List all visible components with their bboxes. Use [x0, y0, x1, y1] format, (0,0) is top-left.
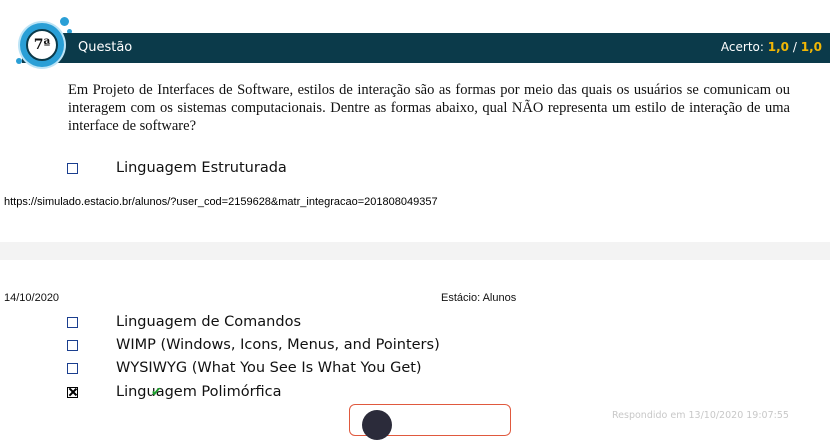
option-checkbox[interactable]: [67, 339, 78, 351]
option-label: Linguagem Polimórfica: [116, 384, 282, 400]
print-site-title: Estácio: Alunos: [441, 292, 517, 304]
option-label: WYSIWYG (What You See Is What You Get): [116, 360, 422, 376]
option-checkbox[interactable]: [67, 162, 78, 174]
score: Acerto: 1,0 / 1,0: [721, 40, 822, 54]
print-url: https://simulado.estacio.br/alunos/?user…: [4, 196, 438, 208]
avatar: [362, 410, 392, 440]
option-item[interactable]: WYSIWYG (What You See Is What You Get): [67, 358, 422, 378]
option-label: Linguagem de Comandos: [116, 314, 301, 330]
option-item-selected[interactable]: Linguagem Polimórfica ✔: [67, 382, 282, 402]
question-number: 7ª: [26, 29, 58, 61]
answered-timestamp: Respondido em 13/10/2020 19:07:55: [612, 410, 789, 421]
option-item[interactable]: Linguagem de Comandos: [67, 312, 301, 332]
option-item[interactable]: WIMP (Windows, Icons, Menus, and Pointer…: [67, 335, 440, 355]
option-label: WIMP (Windows, Icons, Menus, and Pointer…: [116, 337, 440, 353]
option-checkbox[interactable]: [67, 316, 78, 328]
option-checkbox[interactable]: [67, 362, 78, 374]
question-header-label: Questão: [78, 40, 133, 55]
score-label: Acerto:: [720, 40, 764, 54]
question-number-badge: 7ª: [20, 23, 64, 67]
score-separator: /: [792, 40, 797, 54]
print-date: 14/10/2020: [4, 292, 60, 304]
score-value: 1,0: [767, 40, 790, 54]
option-checkbox-checked[interactable]: [67, 386, 78, 398]
question-text: Em Projeto de Interfaces de Software, es…: [68, 82, 790, 134]
page-break-divider: [0, 242, 830, 260]
option-label: Linguagem Estruturada: [116, 160, 287, 176]
score-total: 1,0: [800, 40, 822, 54]
question-header: Questão Acerto: 1,0 / 1,0: [22, 33, 830, 63]
correct-check-icon: ✔: [151, 384, 162, 400]
decorative-bubble: [60, 17, 69, 26]
option-item[interactable]: Linguagem Estruturada: [67, 158, 287, 178]
